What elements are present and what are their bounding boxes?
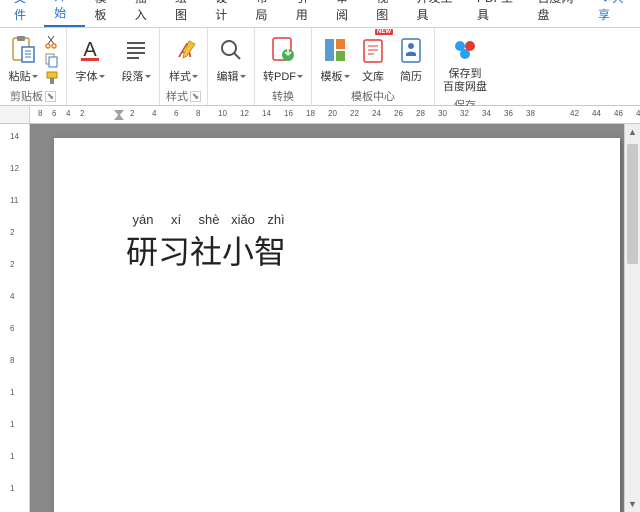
tab-design[interactable]: 设计 — [205, 0, 245, 27]
dialog-launcher-icon[interactable]: ⬊ — [190, 91, 201, 102]
tab-file[interactable]: 文件 — [4, 0, 44, 27]
group-styles: A 样式 样式⬊ — [160, 28, 208, 105]
resume-icon — [398, 34, 424, 66]
cut-icon[interactable] — [44, 34, 60, 50]
caret-icon — [32, 75, 38, 78]
group-convert: 转PDF 转换 — [255, 28, 312, 105]
document-text[interactable]: 研习社小智 — [126, 227, 620, 273]
scroll-down-icon[interactable]: ▼ — [625, 496, 640, 512]
horizontal-ruler[interactable]: 8642246810121416182022242628303234363842… — [30, 106, 640, 123]
tab-view[interactable]: 视图 — [366, 0, 406, 27]
vertical-scrollbar[interactable]: ▲ ▼ — [624, 124, 640, 512]
search-icon — [218, 34, 244, 66]
group-save: 保存到百度网盘 保存 — [435, 28, 495, 105]
template-button[interactable]: 模板 — [318, 32, 352, 86]
format-painter-icon[interactable] — [44, 70, 60, 86]
library-icon — [360, 34, 386, 66]
tab-baidu[interactable]: 百度网盘 — [527, 0, 587, 27]
group-clipboard: 粘贴 剪贴板⬊ — [0, 28, 67, 105]
tab-draw[interactable]: 绘图 — [165, 0, 205, 27]
vertical-ruler[interactable]: 141211224681111 — [0, 124, 30, 512]
tab-layout[interactable]: 布局 — [246, 0, 286, 27]
group-template-center: 模板 NEW 文库 简历 模板中心 — [312, 28, 435, 105]
svg-text:A: A — [83, 39, 97, 61]
group-edit: 编辑 — [208, 28, 255, 105]
tab-pdftools[interactable]: PDF工具 — [467, 0, 527, 27]
tab-template[interactable]: 模板 — [85, 0, 125, 27]
convert-pdf-button[interactable]: 转PDF — [261, 32, 305, 86]
group-font-btn: A 字体 — [67, 28, 113, 105]
menu-tabs: 文件 开始 模板 插入 绘图 设计 布局 引用 审阅 视图 开发工具 PDF工具… — [0, 0, 640, 28]
styles-icon: A — [169, 34, 199, 66]
indent-marker-icon[interactable] — [114, 106, 124, 124]
horizontal-ruler-area: 8642246810121416182022242628303234363842… — [0, 106, 640, 124]
dialog-launcher-icon[interactable]: ⬊ — [45, 91, 56, 102]
paragraph-icon — [123, 34, 149, 66]
edit-button[interactable]: 编辑 — [214, 32, 248, 86]
baidu-cloud-icon — [450, 34, 480, 66]
new-badge: NEW — [375, 29, 393, 35]
tab-home[interactable]: 开始 — [44, 0, 84, 27]
pinyin-line: yán xí shè xiǎo zhì — [126, 212, 620, 227]
scroll-thumb[interactable] — [627, 144, 638, 264]
tab-devtools[interactable]: 开发工具 — [407, 0, 467, 27]
styles-button[interactable]: A 样式 — [167, 32, 201, 86]
document-area: yán xí shè xiǎo zhì 研习社小智 — [30, 124, 640, 512]
font-icon: A — [76, 34, 104, 66]
paste-icon — [9, 34, 37, 66]
ribbon: 粘贴 剪贴板⬊ A 字体 段落 — [0, 28, 640, 106]
paste-button[interactable]: 粘贴 — [6, 32, 40, 86]
scroll-up-icon[interactable]: ▲ — [625, 124, 640, 140]
library-button[interactable]: NEW 文库 — [356, 32, 390, 86]
copy-icon[interactable] — [44, 52, 60, 68]
page[interactable]: yán xí shè xiǎo zhì 研习社小智 — [54, 138, 620, 512]
resume-button[interactable]: 简历 — [394, 32, 428, 86]
save-baidu-button[interactable]: 保存到百度网盘 — [441, 32, 489, 95]
tab-review[interactable]: 审阅 — [326, 0, 366, 27]
template-icon — [322, 34, 348, 66]
share-button[interactable]: 共享 — [588, 0, 640, 27]
font-button[interactable]: A 字体 — [73, 32, 107, 86]
tab-insert[interactable]: 插入 — [125, 0, 165, 27]
paragraph-button[interactable]: 段落 — [119, 32, 153, 86]
tab-references[interactable]: 引用 — [286, 0, 326, 27]
pdf-icon — [268, 34, 298, 66]
group-paragraph-btn: 段落 — [113, 28, 160, 105]
